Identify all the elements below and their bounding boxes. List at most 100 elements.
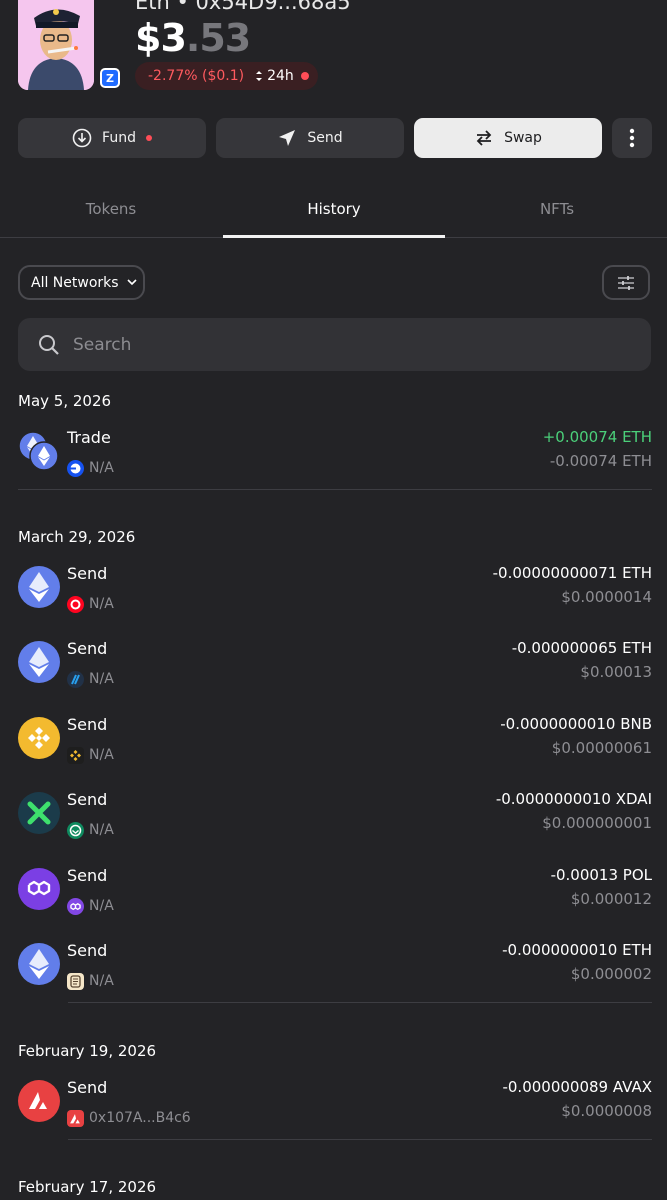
tx-network: N/A: [89, 460, 114, 476]
swap-button[interactable]: Swap: [414, 118, 602, 158]
tx-value: -0.00074 ETH: [549, 452, 652, 470]
date-header: May 5, 2026: [18, 392, 112, 410]
section-divider: [68, 1139, 652, 1140]
tx-value: $0.00013: [580, 663, 652, 681]
tx-value: $0.000012: [570, 890, 652, 908]
sliders-icon: [618, 275, 634, 290]
tx-amount: -0.0000000010 ETH: [502, 941, 652, 959]
tx-network: N/A: [89, 671, 114, 687]
avalanche-icon: [67, 1110, 84, 1127]
history-row-send[interactable]: Send N/A -0.0000000010 XDAI $0.000000001: [18, 790, 652, 852]
action-bar: Fund Send Swap: [18, 118, 652, 158]
history-row-send[interactable]: Send N/A -0.00000000071 ETH $0.0000014: [18, 564, 652, 626]
gnosis-icon: [67, 822, 84, 839]
account-badge-icon: Z: [100, 68, 120, 88]
total-balance: $3.53: [135, 16, 251, 60]
sort-updown-icon: [256, 71, 263, 81]
history-row-send[interactable]: Send 0x107A...B4c6 -0.000000089 AVAX $0.…: [18, 1078, 652, 1140]
eth-icon: [18, 566, 60, 608]
network-selector-label: All Networks: [31, 274, 119, 291]
section-divider: [18, 489, 652, 490]
tx-type: Send: [67, 715, 108, 734]
swap-arrows-icon: [476, 130, 492, 146]
tx-amount: -0.000000089 AVAX: [502, 1078, 652, 1096]
tx-value: $0.0000014: [561, 588, 652, 606]
network-selector[interactable]: All Networks: [18, 265, 145, 300]
arbitrum-icon: [67, 671, 84, 688]
balance-decimals: .53: [185, 16, 251, 60]
fund-label: Fund: [102, 130, 136, 146]
history-row-send[interactable]: Send N/A -0.0000000010 ETH $0.000002: [18, 941, 652, 1003]
search-input[interactable]: [73, 334, 593, 355]
price-change: -2.77% ($0.1): [148, 68, 245, 84]
account-address[interactable]: Eth • 0x54D9...68a5: [135, 0, 351, 14]
history-row-send[interactable]: Send N/A -0.0000000010 BNB $0.00000061: [18, 715, 652, 777]
fund-button[interactable]: Fund: [18, 118, 206, 158]
eth-pair-icon: [18, 430, 60, 472]
filter-button[interactable]: [602, 265, 650, 300]
download-circle-icon: [72, 128, 92, 148]
tx-amount: -0.0000000010 BNB: [500, 715, 652, 733]
period-selector[interactable]: 24h: [254, 68, 309, 84]
xdai-icon: [18, 792, 60, 834]
search-bar: [18, 318, 651, 371]
tx-type: Trade: [67, 428, 111, 447]
tx-amount: -0.0000000010 XDAI: [495, 790, 652, 808]
active-tab-indicator: [223, 235, 445, 238]
tx-type: Send: [67, 639, 108, 658]
tx-amount: -0.00013 POL: [550, 866, 652, 884]
tx-address: 0x107A...B4c6: [89, 1110, 191, 1126]
search-icon: [39, 334, 59, 355]
tx-value: $0.0000008: [561, 1102, 652, 1120]
period-label: 24h: [267, 68, 294, 84]
tx-network: N/A: [89, 898, 114, 914]
section-divider: [68, 1002, 652, 1003]
tx-amount: -0.00000000071 ETH: [492, 564, 652, 582]
base-icon: [67, 460, 84, 477]
history-row-send[interactable]: Send N/A -0.00013 POL $0.000012: [18, 866, 652, 928]
date-header: February 17, 2026: [18, 1178, 157, 1196]
more-button[interactable]: [612, 118, 652, 158]
history-row-send[interactable]: Send N/A -0.000000065 ETH $0.00013: [18, 639, 652, 701]
tx-network: N/A: [89, 973, 114, 989]
send-button[interactable]: Send: [216, 118, 404, 158]
history-row-trade[interactable]: Trade N/A +0.00074 ETH -0.00074 ETH: [18, 428, 652, 490]
avax-icon: [18, 1080, 60, 1122]
tx-type: Send: [67, 564, 108, 583]
tab-tokens[interactable]: Tokens: [0, 200, 222, 218]
price-change-pill[interactable]: -2.77% ($0.1) 24h: [135, 62, 318, 90]
tx-value: $0.00000061: [551, 739, 652, 757]
bnb-icon: [18, 717, 60, 759]
wallet-header: Z Eth • 0x54D9...68a5 $3.53 -2.77% ($0.1…: [0, 0, 667, 100]
swap-label: Swap: [504, 130, 542, 146]
tx-value: $0.000002: [570, 965, 652, 983]
paper-plane-icon: [279, 130, 296, 146]
balance-main: $3: [135, 16, 187, 60]
eth-icon: [18, 641, 60, 683]
pol-icon: [18, 868, 60, 910]
tab-bar: Tokens History NFTs: [0, 188, 667, 238]
tx-value: $0.000000001: [542, 814, 652, 832]
bnb-chain-icon: [67, 747, 84, 764]
tx-type: Send: [67, 790, 108, 809]
tab-history[interactable]: History: [223, 200, 445, 218]
tx-network: N/A: [89, 822, 114, 838]
tx-network: N/A: [89, 747, 114, 763]
tx-network: N/A: [89, 596, 114, 612]
tx-amount: +0.00074 ETH: [542, 428, 652, 446]
polygon-icon: [67, 898, 84, 915]
notification-dot-icon: [145, 135, 152, 141]
date-header: February 19, 2026: [18, 1042, 157, 1060]
date-header: March 29, 2026: [18, 528, 136, 546]
tab-nfts[interactable]: NFTs: [446, 200, 667, 218]
tx-type: Send: [67, 941, 108, 960]
tx-type: Send: [67, 866, 108, 885]
more-vertical-icon: [629, 128, 635, 148]
live-dot-icon: [300, 72, 309, 80]
tx-type: Send: [67, 1078, 108, 1097]
optimism-icon: [67, 596, 84, 613]
eth-icon: [18, 943, 60, 985]
avatar[interactable]: [18, 0, 94, 90]
chevron-down-icon: [126, 279, 137, 286]
scroll-icon: [67, 973, 84, 990]
